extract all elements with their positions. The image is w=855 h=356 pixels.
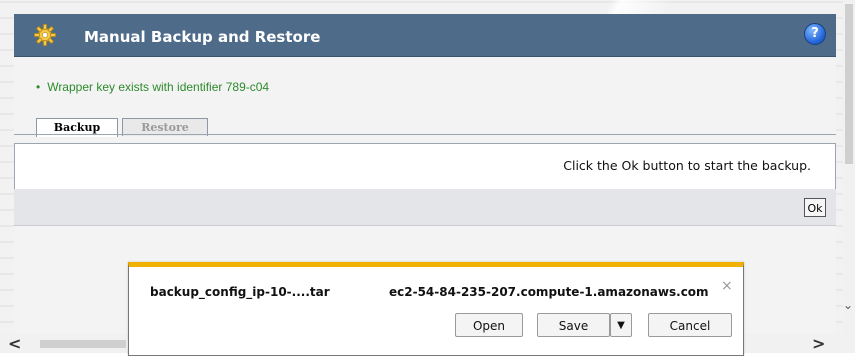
- scroll-left-icon[interactable]: <: [8, 334, 21, 353]
- chevron-down-icon[interactable]: ⌄: [843, 298, 853, 312]
- gear-icon: [34, 24, 56, 46]
- status-bullet: •: [36, 80, 41, 94]
- vertical-scroll-thumb[interactable]: [845, 4, 853, 164]
- cancel-button[interactable]: Cancel: [648, 313, 732, 337]
- download-notification-bar: [128, 262, 744, 356]
- action-footer: [14, 189, 836, 226]
- tab-divider: [14, 134, 836, 135]
- close-icon[interactable]: ×: [721, 278, 733, 294]
- backup-instruction: Click the Ok button to start the backup.: [563, 158, 811, 173]
- vertical-scrollbar[interactable]: ⌄: [843, 0, 855, 353]
- save-dropdown-button[interactable]: ▼: [610, 313, 632, 337]
- status-text: Wrapper key exists with identifier 789-c…: [47, 80, 270, 94]
- save-button[interactable]: Save: [537, 313, 610, 337]
- horizontal-scroll-thumb[interactable]: [40, 340, 126, 348]
- help-icon[interactable]: ?: [804, 23, 826, 45]
- ok-button[interactable]: Ok: [804, 198, 826, 217]
- status-message: • Wrapper key exists with identifier 789-…: [36, 80, 269, 94]
- open-button[interactable]: Open: [455, 313, 523, 337]
- download-host: ec2-54-84-235-207.compute-1.amazonaws.co…: [389, 285, 709, 299]
- scroll-right-icon[interactable]: >: [812, 334, 825, 353]
- download-filename: backup_config_ip-10-....tar: [150, 285, 330, 299]
- page-title: Manual Backup and Restore: [84, 28, 321, 46]
